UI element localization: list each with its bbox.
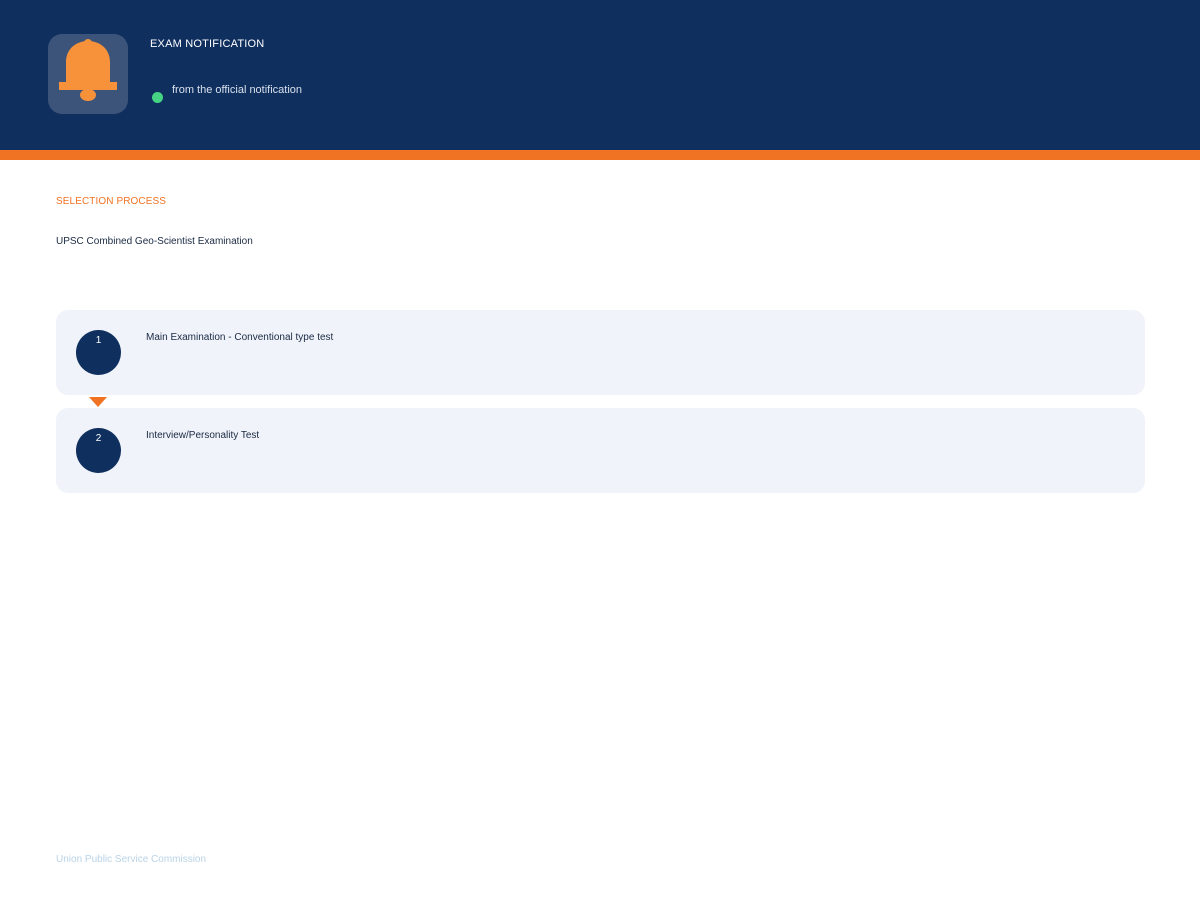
step-arrow-down-icon (89, 397, 107, 407)
status-dot-icon (152, 92, 163, 103)
accent-divider (0, 150, 1200, 160)
footer-text: Union Public Service Commission (56, 854, 207, 865)
step-card-1: 1 Main Examination - Conventional type t… (56, 310, 1145, 395)
status-text: from the official notification (172, 84, 303, 96)
step-label: Interview/Personality Test (146, 430, 260, 441)
step-number-badge: 2 (76, 428, 121, 473)
bell-icon (59, 39, 117, 101)
section-heading: SELECTION PROCESS (56, 196, 167, 207)
step-number-badge: 1 (76, 330, 121, 375)
header-banner: EXAM NOTIFICATION from the official noti… (0, 0, 1200, 150)
step-card-2: 2 Interview/Personality Test (56, 408, 1145, 493)
exam-name: UPSC Combined Geo-Scientist Examination (56, 236, 253, 247)
step-label: Main Examination - Conventional type tes… (146, 332, 334, 343)
page-title: EXAM NOTIFICATION (150, 38, 265, 50)
notification-icon-tile (48, 34, 128, 114)
page: EXAM NOTIFICATION from the official noti… (0, 0, 1200, 900)
